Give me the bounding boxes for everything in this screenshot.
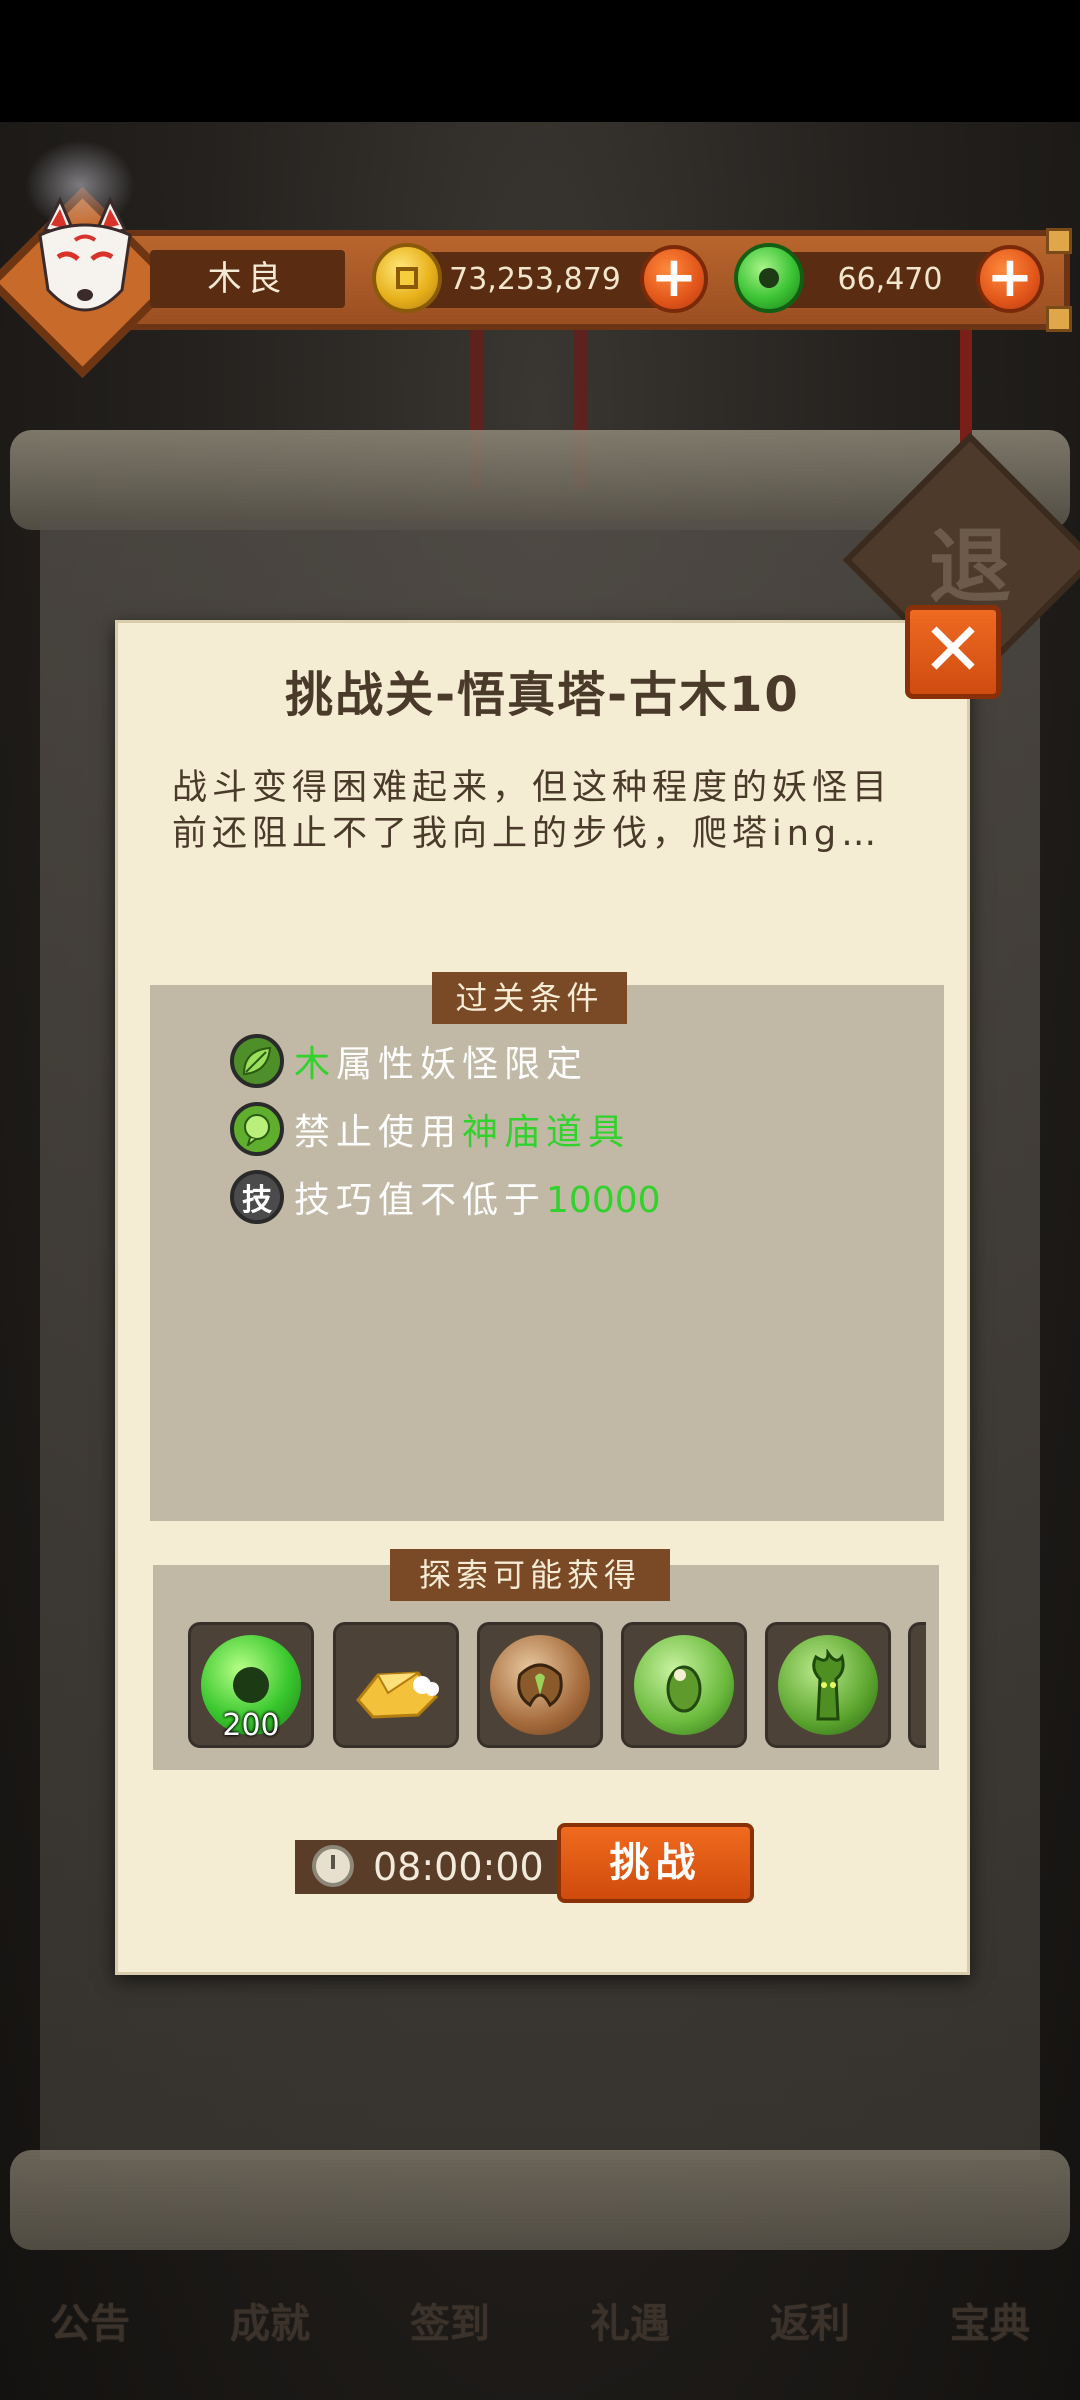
timer-text: 08:00:00 <box>373 1845 544 1889</box>
green-bug-orb-icon <box>634 1635 734 1735</box>
background-bottom-nav: 公告 成就 签到 礼遇 返利 宝典 <box>0 2240 1080 2400</box>
nav-item-guide: 宝典 <box>950 2301 1030 2347</box>
add-gold-button[interactable]: + <box>640 245 708 313</box>
retreat-label: 退 <box>928 520 1011 615</box>
speech-icon <box>230 1102 284 1156</box>
background-scroll-bottom <box>10 2150 1070 2250</box>
reward-slot[interactable]: 200 <box>188 1622 314 1748</box>
brown-orb-icon <box>490 1635 590 1735</box>
dialog-title: 挑战关-悟真塔-古木10 <box>285 667 800 723</box>
condition-text: 技巧值不低于 <box>294 1180 547 1221</box>
stopwatch-icon <box>312 1845 354 1887</box>
reward-slot[interactable] <box>765 1622 891 1748</box>
condition-text: 属性妖怪限定 <box>336 1044 589 1085</box>
condition-text: 禁止使用 <box>294 1112 463 1153</box>
skill-icon: 技 <box>230 1170 284 1224</box>
jade-amount: 66,470 <box>770 252 1010 308</box>
nav-item-rebate: 返利 <box>770 2301 850 2347</box>
tree-spirit-orb-icon <box>778 1635 878 1735</box>
condition-row: 木属性妖怪限定 <box>230 1031 588 1091</box>
rewards-header: 探索可能获得 <box>390 1549 670 1601</box>
reward-count: 200 <box>222 1708 280 1743</box>
nav-item-checkin: 签到 <box>410 2301 490 2347</box>
leaf-icon <box>230 1034 284 1088</box>
conditions-header: 过关条件 <box>432 972 627 1024</box>
reward-slot[interactable] <box>621 1622 747 1748</box>
challenge-button[interactable]: 挑战 <box>557 1823 754 1903</box>
condition-row: 技 技巧值不低于10000 <box>230 1167 661 1227</box>
corner-ornament <box>1046 306 1072 332</box>
nav-item-achievements: 成就 <box>230 2301 310 2347</box>
condition-highlight: 10000 <box>546 1180 661 1221</box>
player-name: 木良 <box>150 250 345 308</box>
jade-coin-icon <box>734 243 804 313</box>
reward-slot[interactable] <box>333 1622 459 1748</box>
status-bar <box>0 0 1080 122</box>
dialog-description: 战斗变得困难起来，但这种程度的妖怪目前还阻止不了我向上的步伐，爬塔ing… <box>172 768 893 854</box>
corner-ornament <box>1046 228 1072 254</box>
reward-slot[interactable] <box>477 1622 603 1748</box>
condition-highlight: 神庙道具 <box>462 1112 631 1153</box>
nav-item-gifts: 礼遇 <box>590 2301 670 2347</box>
gold-ingot-icon <box>356 1671 439 1719</box>
condition-row: 禁止使用神庙道具 <box>230 1099 630 1159</box>
fox-mask-avatar-icon[interactable] <box>30 195 140 345</box>
condition-highlight: 木 <box>294 1044 337 1085</box>
gold-coin-icon <box>372 243 442 313</box>
gold-amount: 73,253,879 <box>410 252 660 308</box>
add-jade-button[interactable]: + <box>976 245 1044 313</box>
nav-item-announcement: 公告 <box>50 2301 130 2347</box>
reward-slot-partial[interactable] <box>908 1622 926 1748</box>
